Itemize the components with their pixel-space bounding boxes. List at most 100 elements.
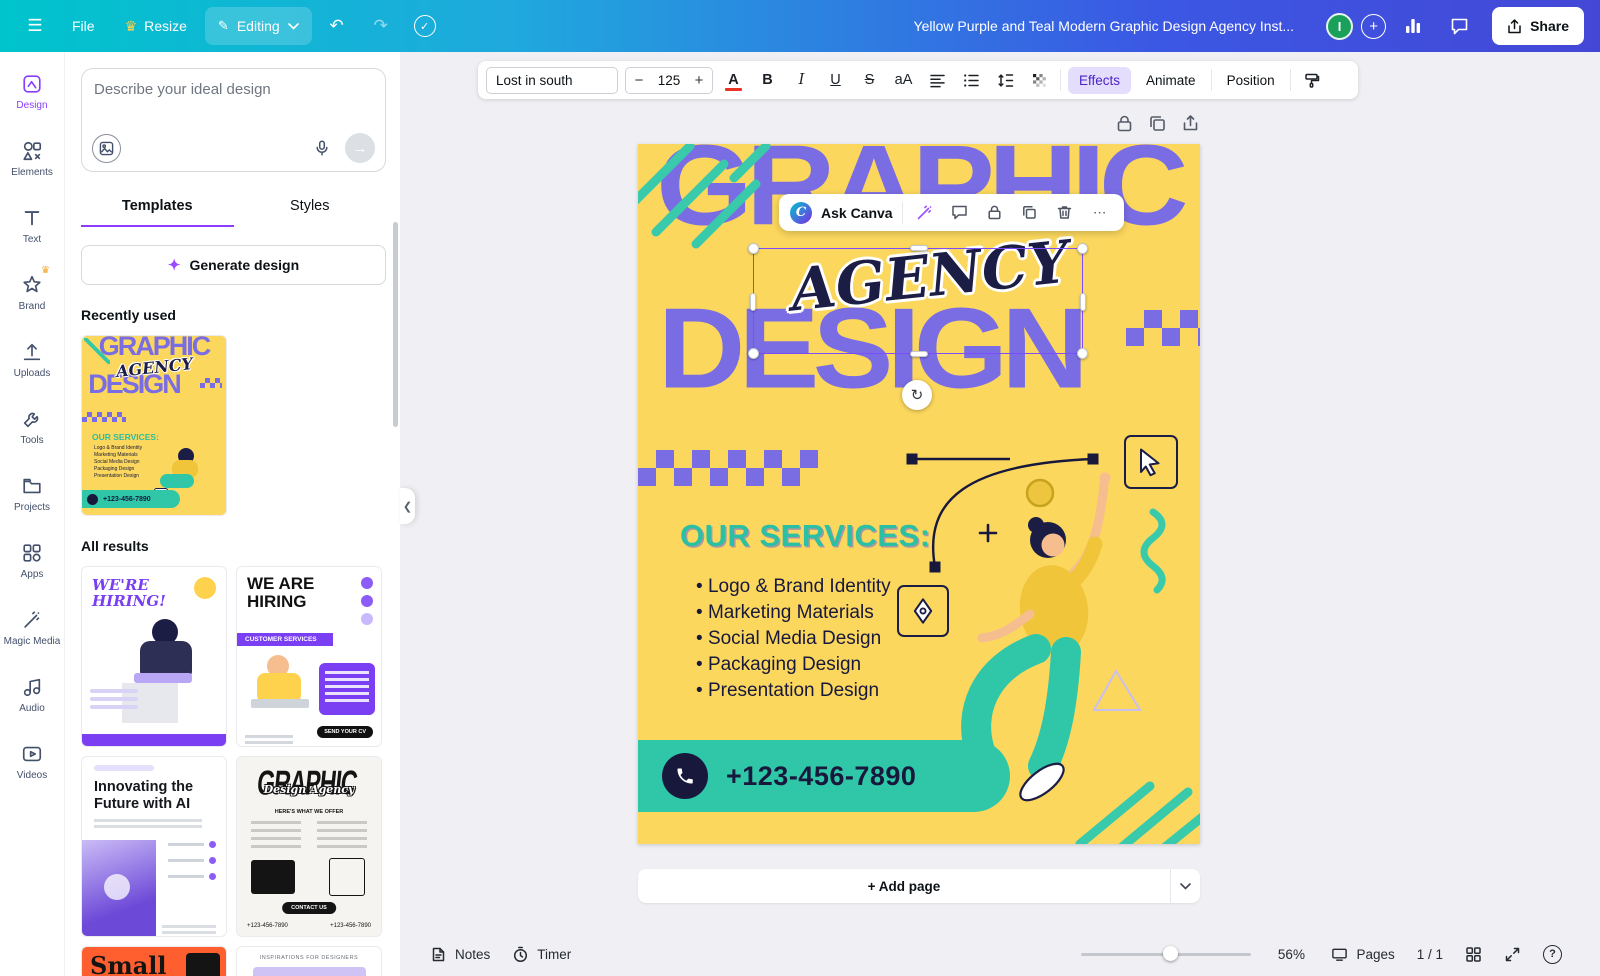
underline-button[interactable]: U [822, 65, 849, 95]
undo-button[interactable]: ↶ [318, 7, 356, 45]
position-button[interactable]: Position [1219, 73, 1283, 88]
transparency-button[interactable] [1026, 65, 1053, 95]
sidebar-item-apps[interactable]: Apps [0, 527, 64, 594]
services-heading[interactable]: OUR SERVICES: [680, 518, 931, 554]
increase-font-button[interactable]: + [686, 72, 712, 89]
resize-handle-se[interactable] [1077, 348, 1088, 359]
strikethrough-button[interactable]: S [856, 65, 883, 95]
resize-handle-ne[interactable] [1077, 243, 1088, 254]
voice-input-button[interactable] [307, 133, 337, 163]
grid-view-button[interactable] [1465, 946, 1482, 963]
decrease-font-button[interactable]: − [626, 72, 652, 89]
document-title[interactable]: Yellow Purple and Teal Modern Graphic De… [914, 18, 1295, 34]
help-button[interactable]: ? [1543, 945, 1562, 964]
magic-edit-button[interactable] [912, 200, 938, 226]
resize-handle-n[interactable] [910, 245, 928, 251]
panel-scrollbar[interactable] [393, 222, 398, 427]
template-card-graphic-agency[interactable]: GRAPHIC Design Agency HERE'S WHAT WE OFF… [236, 756, 382, 937]
delete-element-button[interactable] [1052, 200, 1078, 226]
spacing-button[interactable] [992, 65, 1019, 95]
resize-button[interactable]: ♛ Resize [113, 7, 199, 45]
zoom-level[interactable]: 56% [1273, 947, 1309, 962]
sidebar-item-audio[interactable]: Audio [0, 661, 64, 728]
sidebar-item-design[interactable]: Design [0, 58, 64, 125]
add-image-button[interactable] [92, 134, 121, 163]
text-case-button[interactable]: aA [890, 65, 917, 95]
alignment-button[interactable] [924, 65, 951, 95]
resize-handle-e[interactable] [1080, 293, 1086, 311]
phone-banner[interactable]: +123-456-7890 [638, 740, 1010, 812]
effects-button[interactable]: Effects [1068, 67, 1131, 94]
zoom-slider[interactable] [1081, 953, 1251, 956]
rotate-handle[interactable]: ↻ [902, 380, 932, 410]
template-card-inspirations[interactable]: INSPIRATIONS FOR DESIGNERS [236, 946, 382, 976]
font-family-selector[interactable]: Lost in south [486, 67, 618, 94]
pen-tool-frame[interactable] [897, 585, 949, 637]
template-card-recent[interactable]: GRAPHIC DESIGN AGENCY OUR SERVICES: Logo… [81, 335, 227, 516]
export-page-icon[interactable] [1181, 114, 1200, 133]
font-size-value[interactable]: 125 [652, 73, 686, 88]
sidebar-item-elements[interactable]: Elements [0, 125, 64, 192]
insights-button[interactable] [1394, 7, 1432, 45]
resize-handle-sw[interactable] [748, 348, 759, 359]
more-options-button[interactable]: ⋯ [1087, 200, 1113, 226]
sidebar-item-brand[interactable]: ♛ Brand [0, 259, 64, 326]
submit-prompt-button[interactable]: → [345, 133, 375, 163]
timer-button[interactable]: Timer [512, 946, 571, 963]
resize-handle-s[interactable] [910, 351, 928, 357]
zoom-slider-thumb[interactable] [1163, 946, 1178, 961]
collapse-panel-button[interactable]: ❮ [400, 488, 415, 524]
timer-icon [512, 946, 529, 963]
tab-styles[interactable]: Styles [234, 188, 387, 227]
share-button[interactable]: Share [1492, 7, 1584, 45]
comment-element-button[interactable] [947, 200, 973, 226]
generate-design-button[interactable]: ✦ Generate design [81, 245, 386, 285]
resize-handle-nw[interactable] [748, 243, 759, 254]
fullscreen-button[interactable] [1504, 946, 1521, 963]
template-card-we-are-hiring[interactable]: WE ARE HIRING CUSTOMER SERVICES SEND YOU… [236, 566, 382, 747]
template-card-ai-seminar[interactable]: Innovating the Future with AI [81, 756, 227, 937]
cursor-frame[interactable] [1124, 435, 1178, 489]
pages-toggle-button[interactable]: Pages [1331, 946, 1394, 963]
tab-templates[interactable]: Templates [81, 188, 234, 227]
selection-box[interactable] [753, 248, 1083, 354]
list-button[interactable] [958, 65, 985, 95]
collapse-page-button[interactable] [1170, 869, 1200, 903]
sidebar-item-projects[interactable]: Projects [0, 460, 64, 527]
lock-element-button[interactable] [982, 200, 1008, 226]
more-dots-icon: ⋯ [1093, 205, 1106, 221]
editing-label: Editing [237, 18, 280, 34]
canvas-page[interactable]: GRAPHIC DESIGN [638, 144, 1200, 844]
duplicate-element-button[interactable] [1017, 200, 1043, 226]
add-page-button[interactable]: + Add page [638, 869, 1170, 903]
services-list[interactable]: Logo & Brand Identity Marketing Material… [696, 574, 891, 704]
notes-button[interactable]: Notes [430, 946, 490, 963]
animate-button[interactable]: Animate [1138, 73, 1204, 88]
template-card-small[interactable]: Small [81, 946, 227, 976]
avatar[interactable]: I [1326, 13, 1353, 40]
main-menu-button[interactable]: ☰ [16, 7, 54, 45]
template-card-were-hiring[interactable]: WE'RE HIRING! [81, 566, 227, 747]
uploads-icon [21, 341, 43, 363]
bold-button[interactable]: B [754, 65, 781, 95]
design-prompt-input[interactable] [94, 81, 373, 127]
comments-button[interactable] [1440, 7, 1478, 45]
sidebar-item-tools[interactable]: Tools [0, 393, 64, 460]
italic-button[interactable]: I [788, 65, 815, 95]
file-menu-button[interactable]: File [60, 7, 107, 45]
redo-button[interactable]: ↷ [362, 7, 400, 45]
duplicate-page-icon[interactable] [1148, 114, 1167, 133]
card-title: INSPIRATIONS FOR DESIGNERS [237, 955, 381, 961]
lock-icon[interactable] [1115, 114, 1134, 133]
editing-mode-dropdown[interactable]: ✎ Editing [205, 7, 312, 45]
add-member-button[interactable]: + [1361, 14, 1386, 39]
sidebar-item-text[interactable]: Text [0, 192, 64, 259]
ask-canva-button[interactable]: Ask Canva [821, 205, 893, 221]
text-color-button[interactable]: A [720, 65, 747, 95]
sidebar-item-magic-media[interactable]: Magic Media [0, 594, 64, 661]
copy-style-button[interactable] [1298, 65, 1325, 95]
chevron-down-icon [1180, 883, 1191, 890]
resize-handle-w[interactable] [750, 293, 756, 311]
sidebar-item-uploads[interactable]: Uploads [0, 326, 64, 393]
sidebar-item-videos[interactable]: Videos [0, 728, 64, 795]
